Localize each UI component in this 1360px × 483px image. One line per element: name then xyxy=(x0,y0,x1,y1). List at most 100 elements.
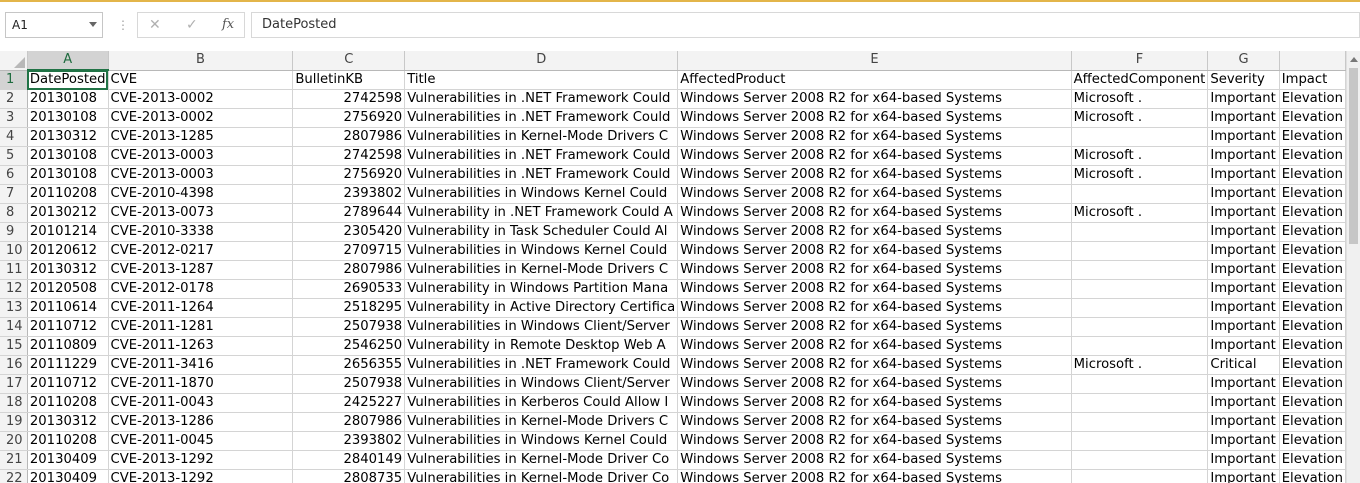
cell[interactable]: CVE-2011-1870 xyxy=(108,374,294,394)
cell[interactable]: 2546250 xyxy=(292,336,406,356)
cell[interactable]: CVE-2011-0043 xyxy=(108,393,294,413)
row-header[interactable]: 5 xyxy=(0,146,28,166)
cell[interactable]: Elevation xyxy=(1279,108,1346,128)
cell[interactable]: 2425227 xyxy=(292,393,406,413)
cell[interactable]: CVE-2011-1264 xyxy=(108,298,294,318)
cell[interactable]: Important xyxy=(1207,184,1280,204)
row-header[interactable]: 21 xyxy=(0,450,28,470)
cell[interactable]: CVE-2013-0073 xyxy=(108,203,294,223)
cell[interactable]: 20130108 xyxy=(27,89,109,109)
cell[interactable]: 20110809 xyxy=(27,336,109,356)
cell[interactable]: Vulnerabilities in Windows Client/Server xyxy=(404,374,679,394)
cell[interactable]: 2742598 xyxy=(292,146,406,166)
cell[interactable]: Vulnerabilities in Windows Kernel Could xyxy=(404,431,679,451)
cell[interactable]: Vulnerabilities in Windows Kernel Could xyxy=(404,241,679,261)
cell[interactable]: Important xyxy=(1207,298,1280,318)
cell[interactable]: 2507938 xyxy=(292,317,406,337)
cell[interactable]: Vulnerabilities in .NET Framework Could xyxy=(404,165,679,185)
cell[interactable]: Windows Server 2008 R2 for x64-based Sys… xyxy=(677,165,1072,185)
cell[interactable]: CVE-2013-0002 xyxy=(108,89,294,109)
cell[interactable]: Elevation xyxy=(1279,260,1346,280)
cell[interactable]: Elevation xyxy=(1279,412,1346,432)
cell[interactable]: Elevation xyxy=(1279,127,1346,147)
cell[interactable]: CVE-2011-1263 xyxy=(108,336,294,356)
cell[interactable]: Vulnerabilities in Kernel-Mode Driver Co xyxy=(404,469,679,483)
formula-input[interactable]: DatePosted xyxy=(251,12,1360,38)
cell[interactable]: CVE-2013-0003 xyxy=(108,165,294,185)
cell[interactable]: 2742598 xyxy=(292,89,406,109)
row-header[interactable]: 6 xyxy=(0,165,28,185)
cell[interactable]: 2807986 xyxy=(292,127,406,147)
cell[interactable]: 2393802 xyxy=(292,184,406,204)
cell[interactable]: Vulnerabilities in .NET Framework Could xyxy=(404,108,679,128)
row-header[interactable]: 7 xyxy=(0,184,28,204)
cell[interactable]: Windows Server 2008 R2 for x64-based Sys… xyxy=(677,241,1072,261)
cell[interactable]: Important xyxy=(1207,374,1280,394)
cell[interactable]: Vulnerability in Active Directory Certif… xyxy=(404,298,679,318)
row-header[interactable]: 20 xyxy=(0,431,28,451)
cell[interactable] xyxy=(1071,374,1209,394)
cell[interactable]: Elevation xyxy=(1279,203,1346,223)
cell[interactable]: Important xyxy=(1207,469,1280,483)
enter-icon[interactable]: ✓ xyxy=(186,17,198,33)
cell[interactable]: Microsoft . xyxy=(1071,108,1209,128)
cell[interactable]: Important xyxy=(1207,279,1280,299)
cell[interactable]: Vulnerability in Remote Desktop Web A xyxy=(404,336,679,356)
cell[interactable] xyxy=(1071,279,1209,299)
cell[interactable]: 20130108 xyxy=(27,165,109,185)
row-header[interactable]: 19 xyxy=(0,412,28,432)
cell[interactable]: 20101214 xyxy=(27,222,109,242)
cell[interactable]: Vulnerability in .NET Framework Could A xyxy=(404,203,679,223)
cell[interactable]: Elevation xyxy=(1279,469,1346,483)
cell[interactable] xyxy=(1071,431,1209,451)
cell[interactable]: 2393802 xyxy=(292,431,406,451)
cell[interactable]: Windows Server 2008 R2 for x64-based Sys… xyxy=(677,317,1072,337)
cell[interactable]: 20130108 xyxy=(27,108,109,128)
cell[interactable]: CVE-2013-1286 xyxy=(108,412,294,432)
cell[interactable]: CVE-2012-0178 xyxy=(108,279,294,299)
cell[interactable]: 20130312 xyxy=(27,260,109,280)
cell[interactable]: Elevation xyxy=(1279,431,1346,451)
cell[interactable] xyxy=(1071,241,1209,261)
cell[interactable]: CVE-2013-1287 xyxy=(108,260,294,280)
cell[interactable]: Elevation xyxy=(1279,393,1346,413)
cell[interactable]: Vulnerabilities in .NET Framework Could xyxy=(404,355,679,375)
cell[interactable]: CVE-2013-1285 xyxy=(108,127,294,147)
cell[interactable] xyxy=(1071,393,1209,413)
cell[interactable]: 20130212 xyxy=(27,203,109,223)
cell[interactable]: Important xyxy=(1207,146,1280,166)
cell[interactable]: BulletinKB xyxy=(292,70,406,90)
cell[interactable]: 20110712 xyxy=(27,374,109,394)
column-header[interactable]: B xyxy=(108,51,294,71)
cell[interactable]: Critical xyxy=(1207,355,1280,375)
cell[interactable]: 20130312 xyxy=(27,127,109,147)
cell[interactable]: Elevation xyxy=(1279,450,1346,470)
cell[interactable]: 20130409 xyxy=(27,450,109,470)
cell[interactable]: Windows Server 2008 R2 for x64-based Sys… xyxy=(677,355,1072,375)
cell[interactable]: Windows Server 2008 R2 for x64-based Sys… xyxy=(677,108,1072,128)
cell[interactable]: 2840149 xyxy=(292,450,406,470)
select-all-button[interactable] xyxy=(0,51,28,71)
cell[interactable]: Vulnerabilities in Kernel-Mode Drivers C xyxy=(404,127,679,147)
cell[interactable]: 2518295 xyxy=(292,298,406,318)
cell[interactable]: Vulnerability in Task Scheduler Could Al xyxy=(404,222,679,242)
cell[interactable]: Windows Server 2008 R2 for x64-based Sys… xyxy=(677,469,1072,483)
cell[interactable]: Important xyxy=(1207,108,1280,128)
cancel-icon[interactable]: ✕ xyxy=(149,17,161,33)
cell[interactable]: Vulnerabilities in Windows Client/Server xyxy=(404,317,679,337)
cell[interactable]: 20110208 xyxy=(27,431,109,451)
cell[interactable]: CVE-2011-0045 xyxy=(108,431,294,451)
row-header[interactable]: 17 xyxy=(0,374,28,394)
row-header[interactable]: 12 xyxy=(0,279,28,299)
cell[interactable]: Windows Server 2008 R2 for x64-based Sys… xyxy=(677,184,1072,204)
cell[interactable]: Windows Server 2008 R2 for x64-based Sys… xyxy=(677,222,1072,242)
cell[interactable]: 2807986 xyxy=(292,260,406,280)
row-header[interactable]: 2 xyxy=(0,89,28,109)
cell[interactable]: Windows Server 2008 R2 for x64-based Sys… xyxy=(677,127,1072,147)
cell[interactable]: 2807986 xyxy=(292,412,406,432)
chevron-down-icon[interactable] xyxy=(89,22,97,27)
cell[interactable]: AffectedProduct xyxy=(677,70,1072,90)
cell[interactable]: 20110208 xyxy=(27,184,109,204)
column-header[interactable]: E xyxy=(677,51,1072,71)
cell[interactable]: Important xyxy=(1207,165,1280,185)
